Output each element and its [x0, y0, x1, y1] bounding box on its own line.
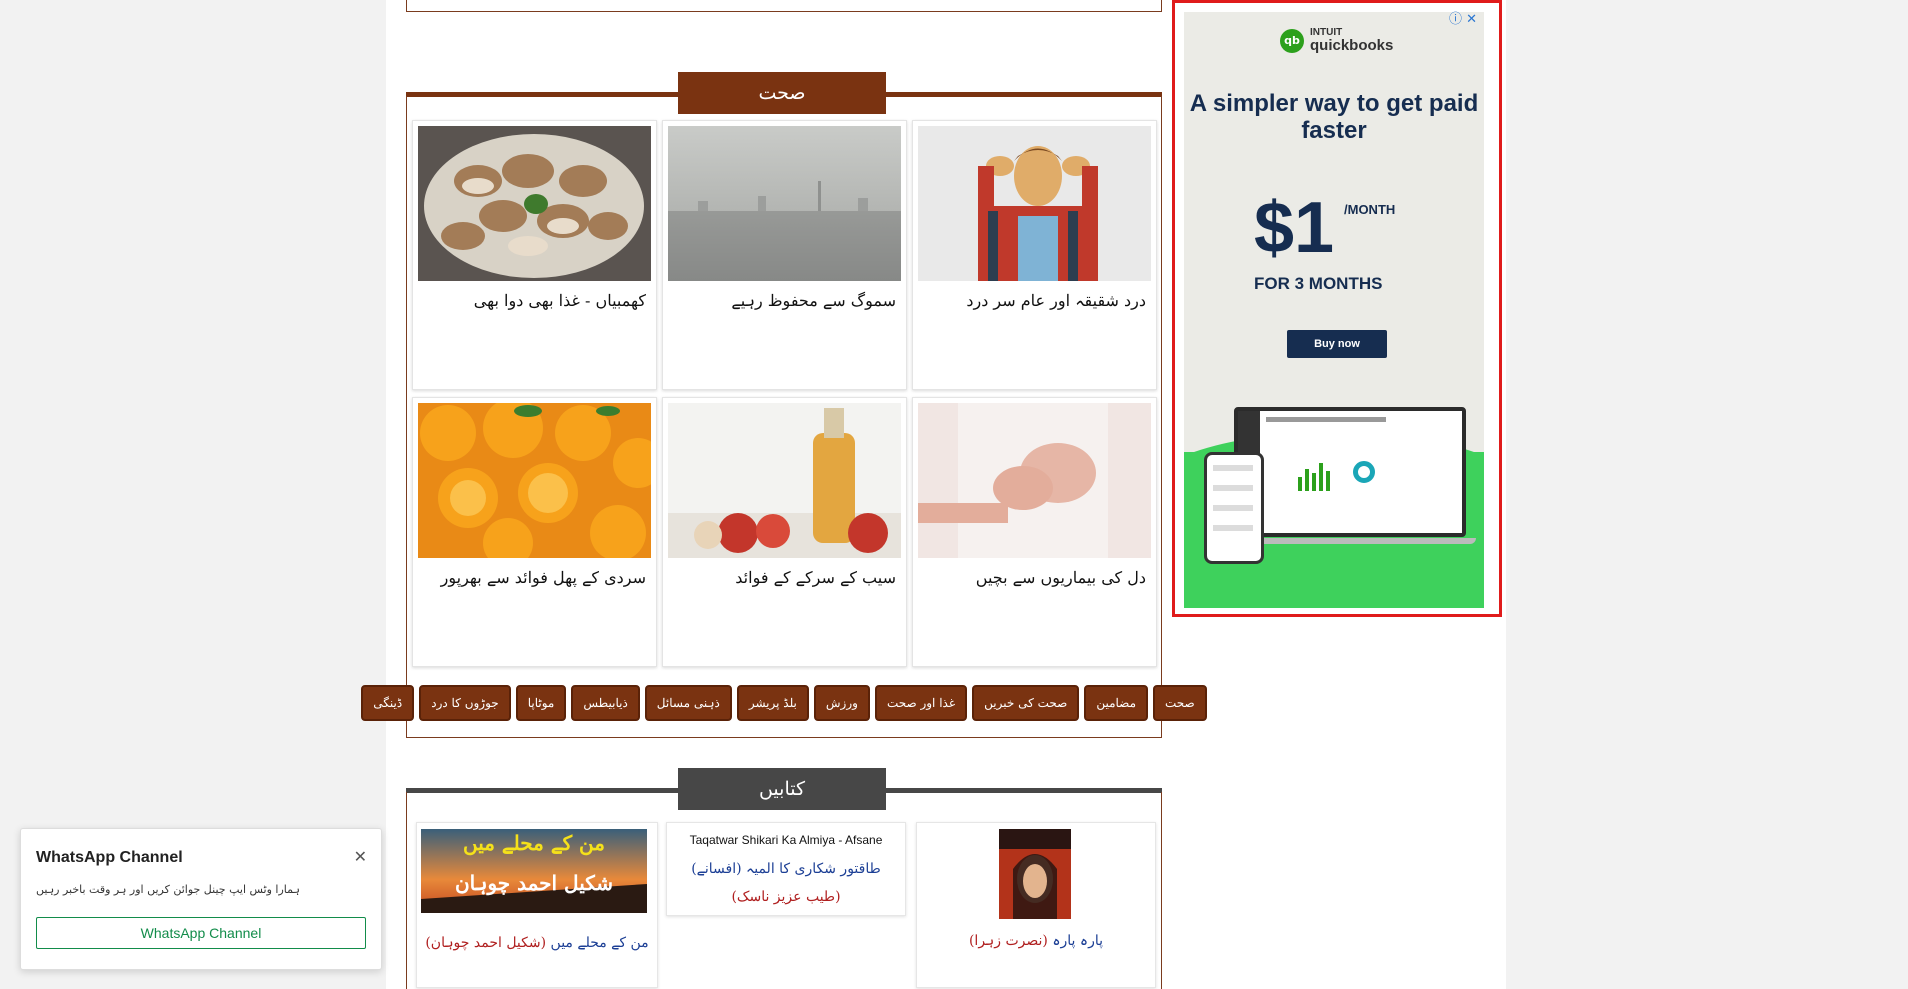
book-author[interactable]: (نصرت زہرا): [969, 933, 1048, 949]
book-title-line[interactable]: من کے محلے میں (شکیل احمد چوہان): [417, 935, 657, 951]
book-title-line[interactable]: طاقتور شکاری کا المیہ (افسانے) (طیب عزیز…: [667, 855, 905, 911]
tag-mental-issues[interactable]: ذہنی مسائل: [644, 685, 732, 721]
buy-now-button[interactable]: Buy now: [1287, 330, 1387, 358]
previous-section-box: [406, 0, 1162, 12]
books-section-title[interactable]: کتابیں: [678, 768, 886, 810]
bar-chart-illustration: [1298, 461, 1330, 491]
book-latin-title[interactable]: Taqatwar Shikari Ka Almiya - Afsane: [667, 833, 905, 847]
article-title[interactable]: درد شقیقہ اور عام سر درد: [926, 291, 1146, 310]
quickbooks-ad[interactable]: qb INTUIT quickbooks A simpler way to ge…: [1172, 0, 1502, 617]
ad-headline: A simpler way to get paid faster: [1189, 90, 1479, 144]
article-title[interactable]: سردی کے پھل فوائد سے بھرپور: [426, 568, 646, 587]
article-title[interactable]: کھمبیاں - غذا بھی دوا بھی: [426, 291, 646, 310]
book-card[interactable]: پارہ پارہ (نصرت زہرا): [916, 822, 1156, 988]
quickbooks-logo[interactable]: qb INTUIT quickbooks: [1280, 28, 1393, 53]
health-tag-bar: صحت مضامین صحت کی خبریں غذا اور صحت ورزش…: [361, 685, 1207, 721]
article-title[interactable]: دل کی بیماریوں سے بچیں: [926, 568, 1146, 587]
book-title[interactable]: پارہ پارہ: [1052, 933, 1103, 949]
chest-pain-photo[interactable]: [918, 403, 1151, 558]
book-author[interactable]: (طیب عزیز ناسک): [731, 889, 840, 905]
quickbooks-logo-icon: qb: [1280, 28, 1304, 53]
laptop-illustration: [1234, 407, 1466, 537]
book-cover[interactable]: من کے محلے میں شکیل احمد چوہان: [421, 829, 647, 913]
donut-chart-illustration: [1353, 461, 1375, 483]
books-section: کتابیں من کے محلے میں شکیل احمد چوہان من…: [406, 768, 1162, 989]
article-card[interactable]: درد شقیقہ اور عام سر درد: [912, 120, 1157, 390]
brand-name: INTUIT quickbooks: [1310, 28, 1394, 54]
book-title[interactable]: طاقتور شکاری کا المیہ (افسانے): [691, 861, 881, 877]
apple-cider-vinegar-photo[interactable]: [668, 403, 901, 558]
ad-per-month: /MONTH: [1344, 202, 1396, 217]
tag-joint-pain[interactable]: جوڑوں کا درد: [419, 685, 511, 721]
mushrooms-bowl-photo[interactable]: [418, 126, 651, 281]
oranges-photo[interactable]: [418, 403, 651, 558]
book-title-line[interactable]: پارہ پارہ (نصرت زہرا): [917, 933, 1155, 949]
book-cover[interactable]: [999, 829, 1071, 919]
tag-health-news[interactable]: صحت کی خبریں: [972, 685, 1080, 721]
book-title[interactable]: من کے محلے میں: [551, 935, 649, 951]
whatsapp-popup-title: WhatsApp Channel: [36, 849, 183, 866]
tag-obesity[interactable]: موٹاپا: [515, 685, 567, 721]
brand-line-2: quickbooks: [1310, 37, 1394, 54]
phone-illustration: [1204, 452, 1264, 564]
article-card[interactable]: دل کی بیماریوں سے بچیں: [912, 397, 1157, 667]
tag-health[interactable]: صحت: [1153, 685, 1207, 721]
article-card[interactable]: سیب کے سرکے کے فوائد: [662, 397, 907, 667]
laptop-header-line: [1266, 417, 1386, 422]
tag-blood-pressure[interactable]: بلڈ پریشر: [736, 685, 809, 721]
ad-duration: FOR 3 MONTHS: [1254, 274, 1383, 293]
article-title[interactable]: سموگ سے محفوظ رہیے: [676, 291, 896, 310]
tag-diabetes[interactable]: ذیابیطس: [571, 685, 640, 721]
book-cover-author: شکیل احمد چوہان: [454, 871, 614, 895]
tag-food-health[interactable]: غذا اور صحت: [874, 685, 968, 721]
article-card[interactable]: سموگ سے محفوظ رہیے: [662, 120, 907, 390]
article-card[interactable]: کھمبیاں - غذا بھی دوا بھی: [412, 120, 657, 390]
whatsapp-popup-text: ہمارا وٹس ایپ چینل جوائن کریں اور ہر وقت…: [36, 883, 300, 896]
article-title[interactable]: سیب کے سرکے کے فوائد: [676, 568, 896, 587]
tag-exercise[interactable]: ورزش: [813, 685, 870, 721]
ad-choices-close-icon[interactable]: ⓘ ✕: [1449, 8, 1477, 27]
whatsapp-channel-button[interactable]: WhatsApp Channel: [36, 917, 366, 949]
close-icon[interactable]: ✕: [354, 847, 367, 866]
smog-city-photo[interactable]: [668, 126, 901, 281]
article-card[interactable]: سردی کے پھل فوائد سے بھرپور: [412, 397, 657, 667]
book-card[interactable]: Taqatwar Shikari Ka Almiya - Afsane طاقت…: [666, 822, 906, 916]
health-section: صحت درد شقیقہ اور عام سر درد سموگ سے محف…: [361, 72, 1207, 738]
tag-articles[interactable]: مضامین: [1084, 685, 1149, 721]
ad-creative[interactable]: qb INTUIT quickbooks A simpler way to ge…: [1184, 12, 1484, 608]
book-card[interactable]: من کے محلے میں شکیل احمد چوہان من کے محل…: [416, 822, 658, 988]
book-author[interactable]: (شکیل احمد چوہان): [425, 935, 546, 951]
health-section-title[interactable]: صحت: [678, 72, 886, 114]
whatsapp-channel-popup: WhatsApp Channel ✕ ہمارا وٹس ایپ چینل جو…: [20, 828, 382, 970]
tag-dengue[interactable]: ڈینگی: [361, 685, 415, 721]
ad-price: $1: [1254, 188, 1335, 268]
man-with-headache-photo[interactable]: [918, 126, 1151, 281]
book-cover-title: من کے محلے میں: [462, 831, 605, 855]
